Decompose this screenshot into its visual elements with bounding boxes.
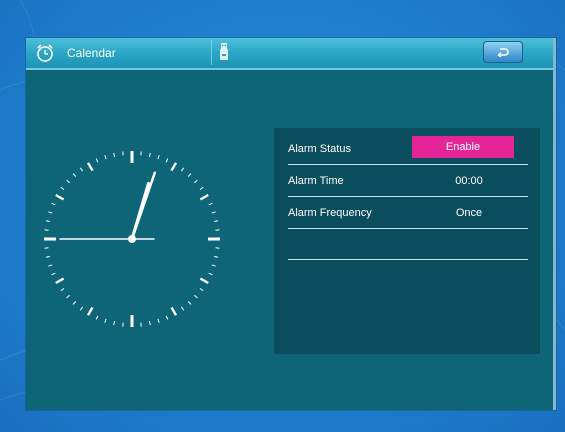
alarm-time-row[interactable]: Alarm Time 00:00 [288, 170, 528, 197]
minute-tick [199, 186, 204, 191]
clock-center [128, 235, 136, 243]
alarm-frequency-row[interactable]: Alarm Frequency Once [288, 202, 528, 229]
minute-tick [194, 294, 198, 299]
hour-tick [86, 162, 94, 172]
minute-tick [66, 179, 70, 184]
minute-tick [148, 152, 151, 157]
alarm-status-row[interactable]: Alarm Status Enable [288, 136, 528, 165]
minute-tick [72, 173, 77, 177]
minute-tick [187, 173, 192, 177]
minute-tick [165, 315, 169, 320]
hour-tick [55, 277, 65, 285]
alarm-status-toggle[interactable]: Enable [412, 136, 514, 158]
minute-hand [130, 171, 157, 241]
minute-tick [79, 167, 84, 172]
alarm-frequency-value[interactable]: Once [418, 207, 520, 219]
minute-tick [60, 287, 65, 292]
hour-tick [199, 193, 209, 201]
alarm-time-value[interactable]: 00:00 [418, 175, 520, 187]
alarm-clock-icon [37, 44, 53, 62]
usb-icon [220, 43, 228, 60]
back-icon [497, 48, 509, 57]
minute-tick [51, 202, 56, 206]
minute-tick [48, 264, 53, 267]
minute-tick [45, 255, 50, 258]
analog-clock [44, 151, 220, 327]
alarm-settings-panel: Alarm Status Enable Alarm Time 00:00 Ala… [274, 128, 540, 354]
hour-tick [170, 306, 178, 316]
minute-tick [180, 167, 185, 172]
minute-tick [95, 315, 99, 320]
calendar-screen: Calendar Alarm Status Enable Alarm Time … [26, 38, 556, 410]
minute-tick [165, 158, 169, 163]
minute-tick [214, 220, 219, 223]
minute-tick [208, 272, 213, 276]
minute-tick [113, 152, 116, 157]
hour-tick [199, 277, 209, 285]
minute-tick [211, 211, 216, 214]
minute-tick [211, 264, 216, 267]
empty-row [288, 233, 528, 260]
minute-tick [180, 306, 185, 311]
minute-tick [157, 155, 160, 160]
minute-tick [45, 220, 50, 223]
minute-tick [66, 294, 70, 299]
minute-tick [208, 202, 213, 206]
minute-tick [51, 272, 56, 276]
minute-tick [104, 155, 107, 160]
minute-tick [148, 321, 151, 326]
minute-tick [214, 255, 219, 258]
header-divider [211, 40, 212, 65]
minute-tick [194, 179, 198, 184]
hour-tick [170, 162, 178, 172]
alarm-time-label: Alarm Time [288, 175, 344, 187]
minute-tick [157, 318, 160, 323]
minute-tick [60, 186, 65, 191]
minute-tick [199, 287, 204, 292]
minute-tick [95, 158, 99, 163]
page-title: Calendar [67, 46, 116, 60]
alarm-status-label: Alarm Status [288, 143, 351, 155]
minute-tick [113, 321, 116, 326]
back-button[interactable] [483, 41, 523, 63]
hour-tick [55, 193, 65, 201]
minute-tick [48, 211, 53, 214]
title-bar: Calendar [26, 38, 553, 70]
hour-tick [86, 306, 94, 316]
minute-tick [79, 306, 84, 311]
minute-tick [104, 318, 107, 323]
minute-tick [72, 301, 77, 305]
alarm-frequency-label: Alarm Frequency [288, 207, 372, 219]
minute-tick [187, 301, 192, 305]
